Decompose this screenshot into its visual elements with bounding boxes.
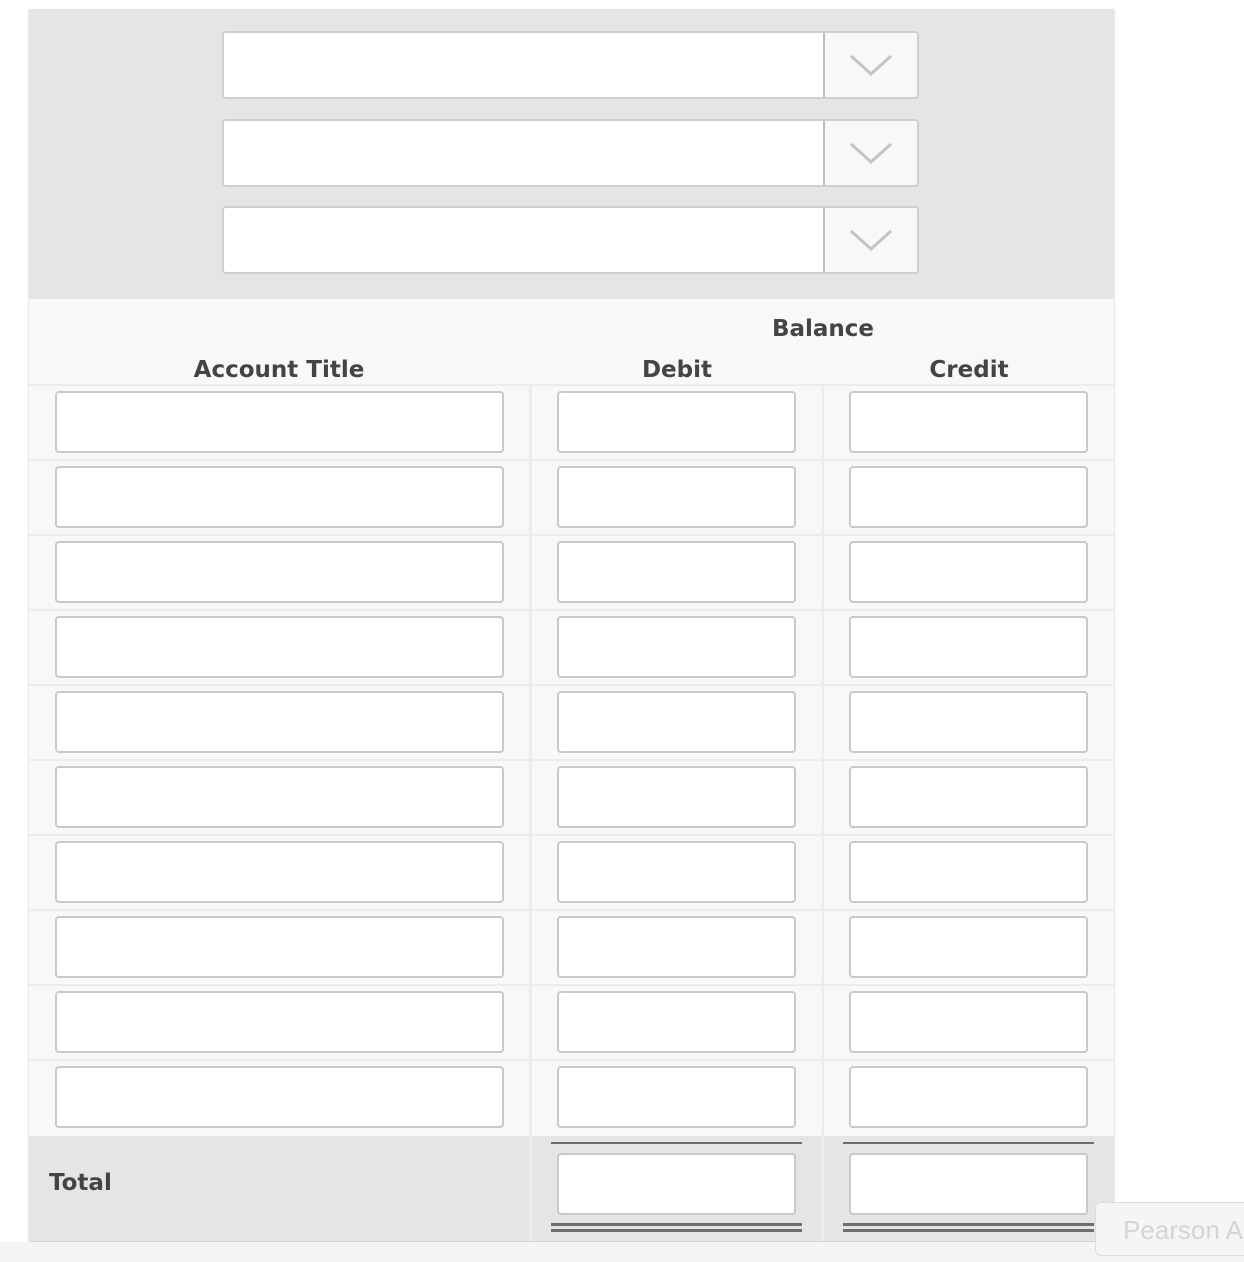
credit-input[interactable] [849, 1066, 1088, 1128]
account-title-header: Account Title [193, 357, 365, 383]
table-row [29, 984, 1114, 1059]
debit-input[interactable] [557, 466, 796, 528]
heading-dropdown-3[interactable] [222, 206, 919, 274]
credit-input[interactable] [849, 916, 1088, 978]
chevron-down-icon [849, 229, 893, 252]
table-row [29, 384, 1114, 459]
table-row [29, 459, 1114, 534]
table-row [29, 684, 1114, 759]
trial-balance-worksheet: Balance Account Title Debit Credit Total [29, 9, 1114, 1241]
heading-dropdown-1[interactable] [222, 31, 919, 99]
table-row [29, 534, 1114, 609]
credit-input[interactable] [849, 991, 1088, 1053]
account-title-input[interactable] [55, 1066, 504, 1128]
debit-input[interactable] [557, 991, 796, 1053]
account-title-input[interactable] [55, 691, 504, 753]
debit-input[interactable] [557, 766, 796, 828]
credit-input[interactable] [849, 616, 1088, 678]
debit-input[interactable] [557, 841, 796, 903]
credit-input[interactable] [849, 391, 1088, 453]
debit-header: Debit [641, 357, 713, 383]
account-title-input[interactable] [55, 391, 504, 453]
table-row [29, 1059, 1114, 1134]
table-row [29, 609, 1114, 684]
account-title-input[interactable] [55, 991, 504, 1053]
column-divider [821, 1136, 824, 1241]
chevron-down-icon [849, 142, 893, 165]
debit-input[interactable] [557, 616, 796, 678]
heading-dropdowns-area [29, 9, 1114, 299]
credit-input[interactable] [849, 541, 1088, 603]
credit-input[interactable] [849, 466, 1088, 528]
credit-total-underline [843, 1142, 1094, 1144]
credit-input[interactable] [849, 766, 1088, 828]
total-row: Total [29, 1136, 1114, 1241]
account-title-input[interactable] [55, 541, 504, 603]
credit-input[interactable] [849, 691, 1088, 753]
dropdown-arrow-button[interactable] [823, 121, 917, 185]
column-divider [529, 1136, 532, 1241]
table-row [29, 759, 1114, 834]
debit-input[interactable] [557, 541, 796, 603]
total-credit-input[interactable] [849, 1153, 1088, 1215]
page-bottom-strip [0, 1242, 1244, 1262]
account-title-input[interactable] [55, 916, 504, 978]
debit-input[interactable] [557, 391, 796, 453]
total-label: Total [49, 1170, 112, 1196]
table-row [29, 909, 1114, 984]
credit-header: Credit [929, 357, 1009, 383]
debit-input[interactable] [557, 691, 796, 753]
heading-dropdown-2[interactable] [222, 119, 919, 187]
chevron-down-icon [849, 54, 893, 77]
account-title-input[interactable] [55, 841, 504, 903]
account-title-input[interactable] [55, 616, 504, 678]
debit-input[interactable] [557, 1066, 796, 1128]
dropdown-arrow-button[interactable] [823, 208, 917, 272]
account-title-input[interactable] [55, 466, 504, 528]
total-debit-input[interactable] [557, 1153, 796, 1215]
table-column-headers: Balance Account Title Debit Credit [29, 299, 1114, 385]
credit-input[interactable] [849, 841, 1088, 903]
pearson-badge: Pearson A [1095, 1202, 1244, 1256]
account-title-input[interactable] [55, 766, 504, 828]
credit-total-double-underline [843, 1223, 1094, 1232]
balance-group-header: Balance [771, 316, 875, 342]
debit-input[interactable] [557, 916, 796, 978]
debit-total-double-underline [551, 1223, 802, 1232]
table-row [29, 834, 1114, 909]
debit-total-underline [551, 1142, 802, 1144]
dropdown-arrow-button[interactable] [823, 33, 917, 97]
